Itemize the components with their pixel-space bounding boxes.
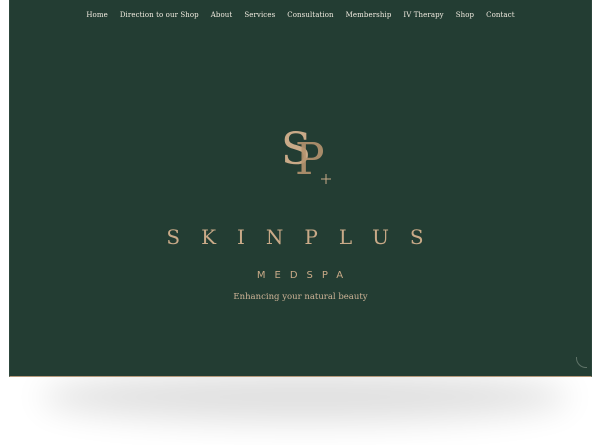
tagline: Enhancing your natural beauty [233,292,368,302]
page-shadow [40,372,570,422]
main-navigation: Home Direction to our Shop About Service… [10,11,591,19]
brand-subtitle: MEDSPA [256,270,353,281]
nav-item-services[interactable]: Services [244,11,275,19]
nav-item-shop[interactable]: Shop [456,11,474,19]
sp-monogram-logo: S P [281,124,331,185]
nav-item-consultation[interactable]: Consultation [287,11,333,19]
website-screenshot: Home Direction to our Shop About Service… [9,0,592,377]
nav-item-membership[interactable]: Membership [346,11,392,19]
nav-item-about[interactable]: About [211,11,233,19]
svg-text:P: P [295,134,325,185]
brand-name: SKINPLUS [166,225,445,249]
nav-item-iv-therapy[interactable]: IV Therapy [403,11,443,19]
corner-arc-icon [576,357,587,368]
nav-item-home[interactable]: Home [86,11,108,19]
nav-item-direction[interactable]: Direction to our Shop [120,11,199,19]
nav-item-contact[interactable]: Contact [486,11,515,19]
